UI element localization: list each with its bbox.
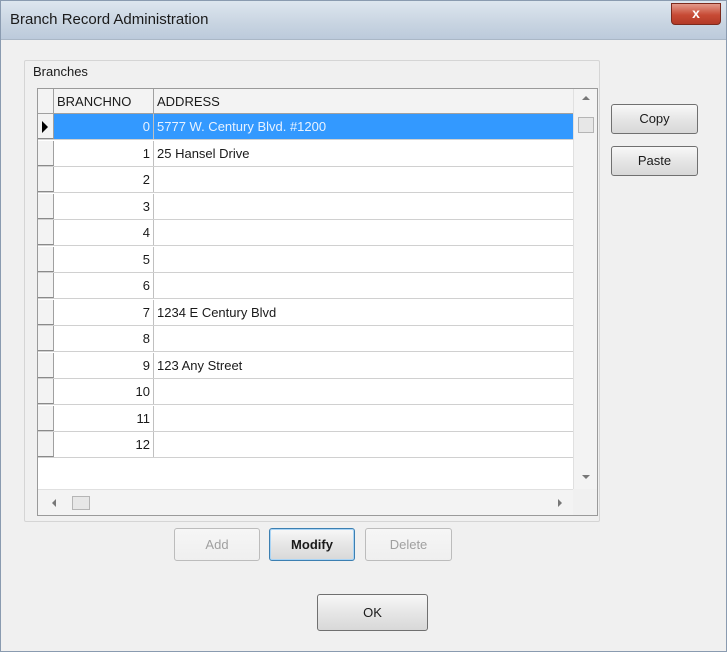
cell-branchno[interactable]: 6 bbox=[54, 273, 154, 298]
row-header-cell[interactable] bbox=[38, 246, 54, 272]
table-row[interactable]: 12 bbox=[38, 432, 574, 458]
cell-address[interactable] bbox=[154, 220, 574, 245]
column-header-address[interactable]: ADDRESS bbox=[154, 89, 574, 113]
row-header-cell[interactable] bbox=[38, 326, 54, 351]
horizontal-scrollbar[interactable] bbox=[38, 489, 574, 515]
close-icon: x bbox=[692, 5, 700, 21]
scrollbar-corner bbox=[573, 489, 597, 515]
table-row[interactable]: 11 bbox=[38, 405, 574, 432]
header-indicator-cell bbox=[38, 89, 54, 113]
ok-button[interactable]: OK bbox=[317, 594, 428, 631]
cell-branchno[interactable]: 11 bbox=[54, 405, 154, 431]
vertical-scrollbar[interactable] bbox=[573, 89, 597, 489]
cell-branchno[interactable]: 8 bbox=[54, 326, 154, 351]
arrow-up-icon[interactable] bbox=[582, 96, 590, 100]
cell-address[interactable] bbox=[154, 194, 574, 219]
cell-address[interactable]: 25 Hansel Drive bbox=[154, 141, 574, 166]
dialog-client-area: Branches BRANCHNO ADDRESS 0 5777 W. Centu… bbox=[8, 40, 719, 645]
table-row[interactable]: 3 bbox=[38, 193, 574, 220]
vertical-scroll-thumb[interactable] bbox=[578, 117, 594, 133]
cell-address[interactable]: 5777 W. Century Blvd. #1200 bbox=[154, 114, 574, 139]
row-header-cell[interactable] bbox=[38, 432, 54, 457]
table-row[interactable]: 10 bbox=[38, 379, 574, 405]
cell-address[interactable] bbox=[154, 406, 574, 431]
dialog-window: Branch Record Administration x Branches … bbox=[0, 0, 727, 652]
triangle-right-icon bbox=[42, 121, 48, 133]
branches-group-label: Branches bbox=[33, 64, 88, 79]
row-header-cell[interactable] bbox=[38, 114, 54, 139]
arrow-left-icon[interactable] bbox=[52, 499, 56, 507]
cell-address[interactable] bbox=[154, 379, 574, 404]
delete-button[interactable]: Delete bbox=[365, 528, 452, 561]
row-header-cell[interactable] bbox=[38, 273, 54, 298]
cell-branchno[interactable]: 10 bbox=[54, 379, 154, 404]
cell-address[interactable] bbox=[154, 326, 574, 351]
table-row[interactable]: 9 123 Any Street bbox=[38, 352, 574, 379]
cell-address[interactable] bbox=[154, 167, 574, 192]
column-header-branchno[interactable]: BRANCHNO bbox=[54, 89, 154, 113]
row-header-cell[interactable] bbox=[38, 193, 54, 219]
cell-address[interactable]: 1234 E Century Blvd bbox=[154, 300, 574, 325]
row-header-cell[interactable] bbox=[38, 379, 54, 404]
window-title: Branch Record Administration bbox=[10, 11, 209, 28]
cell-branchno[interactable]: 1 bbox=[54, 140, 154, 166]
table-row[interactable]: 5 bbox=[38, 246, 574, 273]
row-header-cell[interactable] bbox=[38, 352, 54, 378]
cell-address[interactable]: 123 Any Street bbox=[154, 353, 574, 378]
table-row[interactable]: 8 bbox=[38, 326, 574, 352]
table-row[interactable]: 2 bbox=[38, 167, 574, 193]
cell-address[interactable] bbox=[154, 432, 574, 457]
row-header-cell[interactable] bbox=[38, 405, 54, 431]
modify-button[interactable]: Modify bbox=[269, 528, 355, 561]
cell-branchno[interactable]: 4 bbox=[54, 220, 154, 245]
row-header-cell[interactable] bbox=[38, 167, 54, 192]
row-header-cell[interactable] bbox=[38, 140, 54, 166]
cell-branchno[interactable]: 9 bbox=[54, 352, 154, 378]
cell-branchno[interactable]: 3 bbox=[54, 193, 154, 219]
table-row[interactable]: 0 5777 W. Century Blvd. #1200 bbox=[38, 114, 574, 140]
copy-button[interactable]: Copy bbox=[611, 104, 698, 134]
cell-address[interactable] bbox=[154, 273, 574, 298]
cell-branchno[interactable]: 5 bbox=[54, 246, 154, 272]
grid-header-row: BRANCHNO ADDRESS bbox=[38, 89, 574, 114]
table-row[interactable]: 6 bbox=[38, 273, 574, 299]
cell-branchno[interactable]: 2 bbox=[54, 167, 154, 192]
cell-branchno[interactable]: 12 bbox=[54, 432, 154, 457]
cell-branchno[interactable]: 0 bbox=[54, 114, 154, 139]
title-bar[interactable]: Branch Record Administration x bbox=[1, 1, 726, 40]
cell-branchno[interactable]: 7 bbox=[54, 299, 154, 325]
arrow-down-icon[interactable] bbox=[582, 475, 590, 479]
table-row[interactable]: 7 1234 E Century Blvd bbox=[38, 299, 574, 326]
row-header-cell[interactable] bbox=[38, 299, 54, 325]
cell-address[interactable] bbox=[154, 247, 574, 272]
table-row[interactable]: 1 25 Hansel Drive bbox=[38, 140, 574, 167]
close-button[interactable]: x bbox=[671, 3, 721, 25]
horizontal-scroll-thumb[interactable] bbox=[72, 496, 90, 510]
arrow-right-icon[interactable] bbox=[558, 499, 562, 507]
row-header-cell[interactable] bbox=[38, 220, 54, 245]
paste-button[interactable]: Paste bbox=[611, 146, 698, 176]
table-row[interactable]: 4 bbox=[38, 220, 574, 246]
add-button[interactable]: Add bbox=[174, 528, 260, 561]
branches-grid[interactable]: BRANCHNO ADDRESS 0 5777 W. Century Blvd. … bbox=[37, 88, 598, 516]
